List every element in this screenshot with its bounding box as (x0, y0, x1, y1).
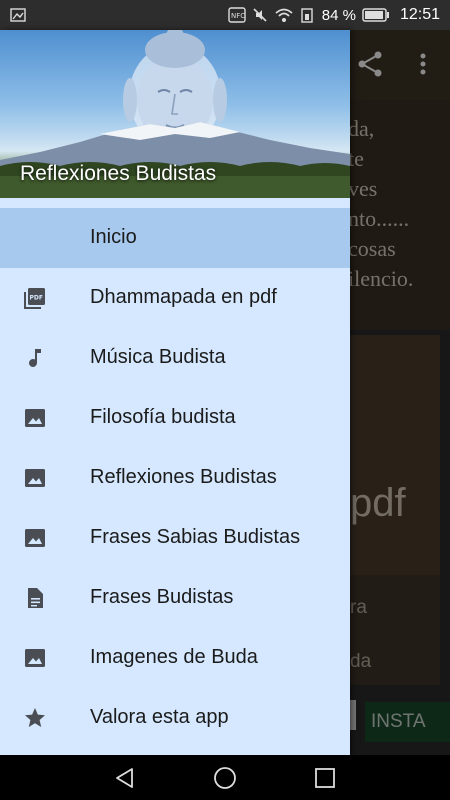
menu-item-label: Dhammapada en pdf (90, 286, 277, 308)
recents-icon[interactable] (313, 766, 337, 790)
image-icon (25, 649, 45, 667)
menu-item-imagenes-de-buda[interactable]: Imagenes de Buda (0, 628, 350, 688)
image-icon (25, 469, 45, 487)
menu-item-filosofia-budista[interactable]: Filosofía budista (0, 388, 350, 448)
menu-item-label: Frases Sabias Budistas (90, 526, 301, 548)
background-toolbar-icons (358, 51, 426, 77)
menu-item-dhammapada-pdf[interactable]: PDF Dhammapada en pdf (0, 268, 350, 328)
nfc-icon: NFC (228, 7, 246, 23)
mute-icon (253, 8, 267, 22)
clock: 12:51 (399, 6, 440, 23)
more-vert-icon (420, 53, 426, 75)
menu-item-label: Imagenes de Buda (90, 646, 258, 668)
star-icon (25, 708, 45, 727)
drawer-menu: Inicio PDF Dhammapada en pdf Música Budi… (0, 208, 350, 748)
menu-item-label: Frases Budistas (90, 586, 234, 608)
system-nav-bar (0, 755, 450, 800)
menu-item-frases-sabias-budistas[interactable]: Frases Sabias Budistas (0, 508, 350, 568)
menu-item-reflexiones-budistas[interactable]: Reflexiones Budistas (0, 448, 350, 508)
battery-percent: 84 (321, 6, 339, 24)
percent-sign: % (342, 6, 356, 24)
menu-item-musica-budista[interactable]: Música Budista (0, 328, 350, 388)
document-icon (28, 588, 43, 608)
drawer-header: Reflexiones Budistas (0, 30, 350, 198)
signal-icon (301, 8, 313, 23)
menu-item-label: Valora esta app (90, 706, 229, 728)
menu-item-label: Inicio (90, 226, 137, 248)
svg-text:PDF: PDF (30, 295, 43, 302)
music-note-icon (29, 349, 41, 367)
pdf-icon: PDF (24, 288, 45, 309)
menu-item-label: Reflexiones Budistas (90, 466, 277, 488)
status-bar: NFC 84 % 12:51 (0, 0, 450, 30)
menu-item-frases-budistas[interactable]: Frases Budistas (0, 568, 350, 628)
navigation-drawer: Reflexiones Budistas Inicio PDF Dhammapa… (0, 30, 350, 755)
menu-item-label: Filosofía budista (90, 406, 236, 428)
menu-item-label: Música Budista (90, 346, 226, 368)
gallery-notification-icon (10, 8, 26, 22)
home-icon[interactable] (213, 766, 237, 790)
back-icon[interactable] (113, 766, 137, 790)
wifi-icon (275, 8, 293, 22)
drawer-scrim[interactable] (350, 30, 450, 755)
menu-item-inicio[interactable]: Inicio (0, 208, 350, 268)
menu-item-valora-esta-app[interactable]: Valora esta app (0, 688, 350, 748)
drawer-header-title: Reflexiones Budistas (20, 162, 217, 185)
image-icon (25, 409, 45, 427)
battery-icon (362, 8, 389, 22)
image-icon (25, 529, 45, 547)
svg-text:NFC: NFC (231, 12, 245, 20)
share-icon (358, 51, 382, 77)
